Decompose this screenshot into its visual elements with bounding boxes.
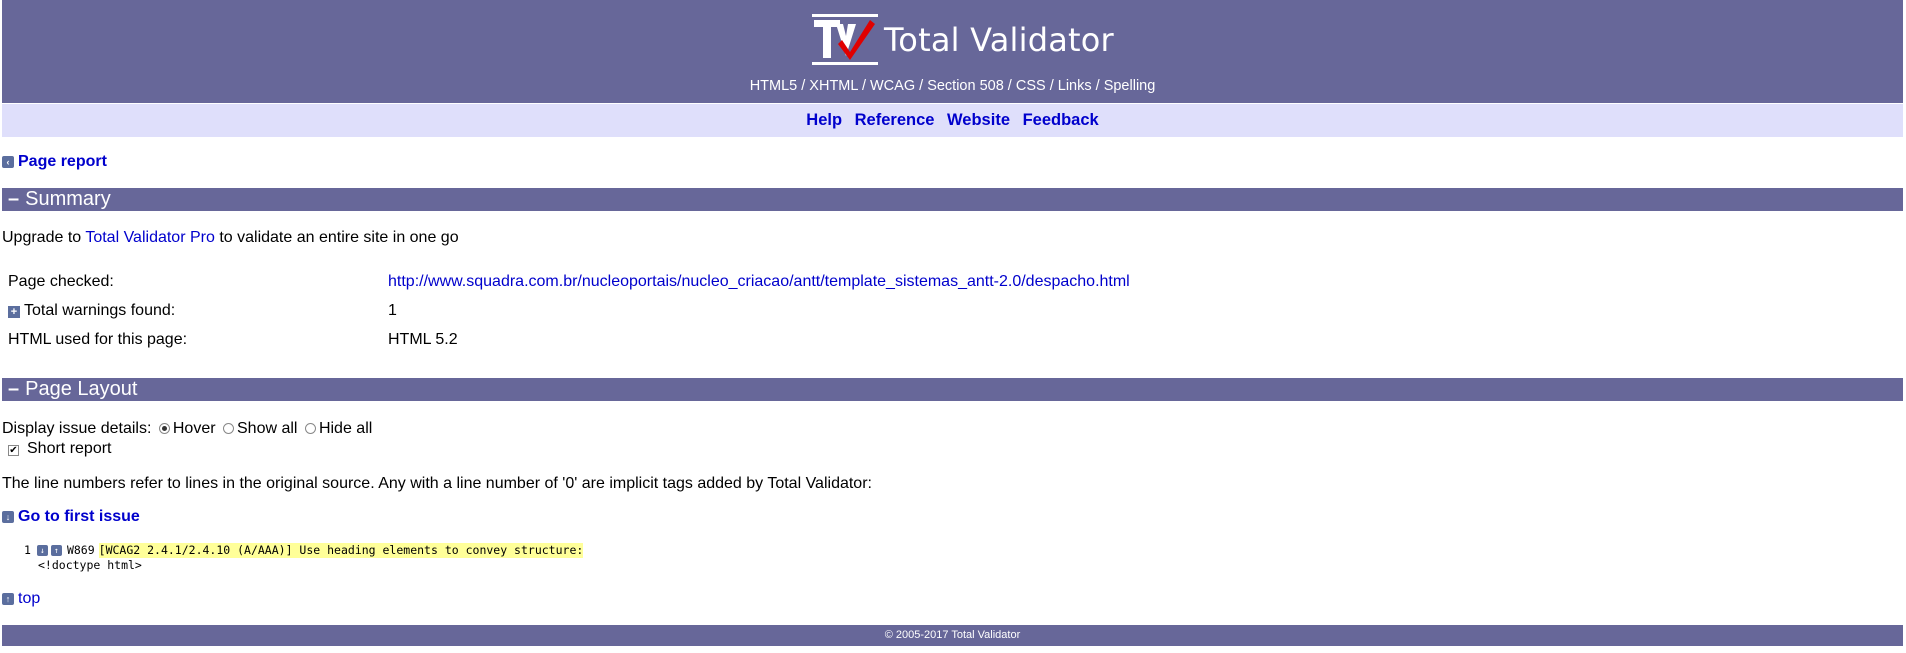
- tv-checkmark-logo-icon: [812, 14, 878, 65]
- footer: © 2005-2017 Total Validator: [2, 625, 1903, 646]
- arrow-up-icon: ↑: [2, 593, 14, 605]
- hide-all-label[interactable]: Hide all: [319, 420, 372, 437]
- issue-entry: 1 ↓ ↑ W869 [WCAG2 2.4.1/2.4.10 (A/AAA)] …: [24, 543, 584, 573]
- nav-feedback-link[interactable]: Feedback: [1023, 111, 1099, 129]
- display-label: Display issue details:: [2, 420, 152, 437]
- hover-radio[interactable]: [158, 423, 170, 434]
- page-layout-section-header[interactable]: – Page Layout: [2, 378, 1903, 401]
- warnings-label-cell: + Total warnings found:: [2, 296, 382, 325]
- issue-message[interactable]: [WCAG2 2.4.1/2.4.10 (A/AAA)] Use heading…: [98, 543, 584, 558]
- summary-section-header[interactable]: – Summary: [2, 188, 1903, 211]
- header: Total Validator HTML5 / XHTML / WCAG / S…: [2, 0, 1903, 103]
- collapse-icon: –: [8, 188, 20, 210]
- show-all-label[interactable]: Show all: [237, 420, 297, 437]
- nav-help-link[interactable]: Help: [806, 111, 842, 129]
- tagline: HTML5 / XHTML / WCAG / Section 508 / CSS…: [749, 78, 1156, 94]
- nav-website-link[interactable]: Website: [947, 111, 1010, 129]
- line-number: 1: [24, 543, 31, 557]
- show-all-radio[interactable]: [223, 423, 234, 434]
- next-issue-icon[interactable]: ↓: [36, 545, 48, 556]
- page: Total Validator HTML5 / XHTML / WCAG / S…: [0, 0, 1906, 653]
- summary-label: Total warnings found:: [24, 301, 176, 319]
- upgrade-prefix: Upgrade to: [2, 229, 86, 246]
- back-arrow-icon: ‹: [2, 156, 14, 168]
- line-number-note: The line numbers refer to lines in the o…: [2, 475, 872, 492]
- app-title: Total Validator: [884, 21, 1114, 59]
- hover-label[interactable]: Hover: [173, 420, 216, 437]
- summary-table: Page checked: http://www.squadra.com.br/…: [2, 267, 1136, 354]
- display-options: Display issue details: Hover Show all Hi…: [2, 420, 372, 438]
- html-version-value: HTML 5.2: [388, 330, 458, 348]
- summary-row-page-checked: Page checked: http://www.squadra.com.br/…: [2, 267, 1136, 296]
- source-line: <!doctype html>: [38, 558, 142, 572]
- issue-code: W869: [66, 543, 95, 557]
- summary-heading: Summary: [25, 188, 111, 210]
- hide-all-radio[interactable]: [304, 423, 316, 434]
- go-to-first-issue-link[interactable]: ↓ Go to first issue: [2, 508, 140, 526]
- page-checked-link[interactable]: http://www.squadra.com.br/nucleoportais/…: [388, 273, 1130, 290]
- go-to-first-issue-label: Go to first issue: [18, 508, 140, 525]
- short-report-label[interactable]: Short report: [27, 440, 111, 457]
- page-report-link[interactable]: ‹ Page report: [2, 153, 107, 171]
- upgrade-notice: Upgrade to Total Validator Pro to valida…: [2, 229, 459, 247]
- top-link[interactable]: ↑ top: [2, 590, 40, 608]
- warnings-count: 1: [388, 301, 397, 319]
- summary-row-html-version: HTML used for this page: HTML 5.2: [2, 325, 1136, 354]
- summary-label: HTML used for this page:: [8, 330, 188, 348]
- brand: Total Validator: [812, 14, 1114, 66]
- page-report-label: Page report: [18, 153, 107, 170]
- top-nav: Help Reference Website Feedback: [2, 104, 1903, 137]
- nav-reference-link[interactable]: Reference: [855, 111, 935, 129]
- arrow-down-icon: ↓: [2, 511, 14, 523]
- top-link-label: top: [18, 590, 41, 607]
- upgrade-suffix: to validate an entire site in one go: [214, 229, 459, 246]
- page-layout-heading: Page Layout: [25, 378, 138, 400]
- summary-label: Page checked:: [8, 272, 114, 290]
- expand-icon[interactable]: +: [8, 305, 20, 318]
- short-report-checkbox[interactable]: ✔: [8, 445, 19, 456]
- summary-row-warnings: + Total warnings found: 1: [2, 296, 1136, 325]
- previous-issue-icon[interactable]: ↑: [50, 545, 62, 556]
- pro-link[interactable]: Total Validator Pro: [85, 229, 215, 246]
- short-report-option: ✔ Short report: [2, 440, 111, 458]
- collapse-icon: –: [8, 378, 20, 400]
